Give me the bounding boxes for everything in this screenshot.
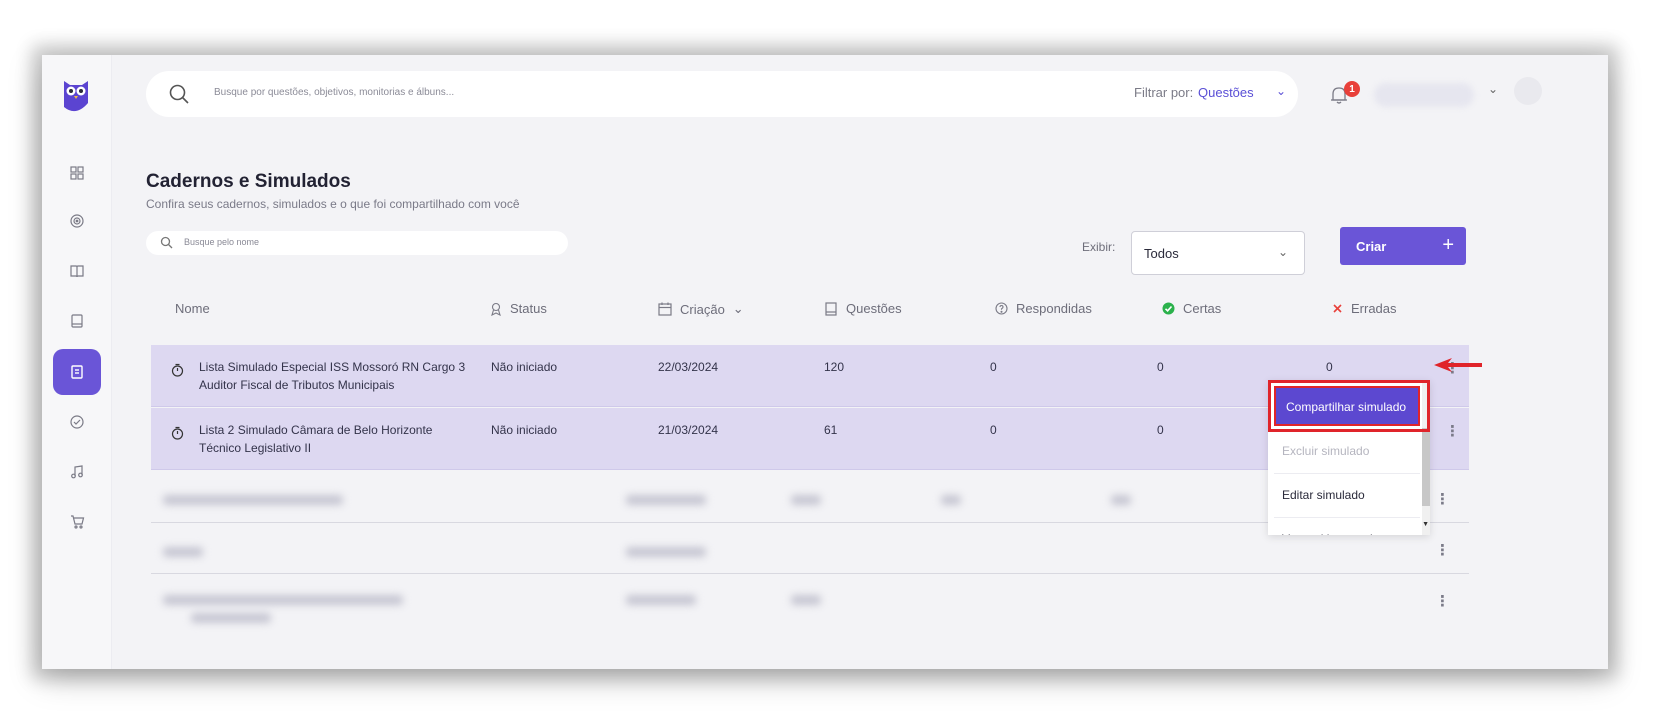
arrow-left-icon — [1434, 358, 1482, 372]
delete-simulado-menu-item[interactable]: Excluir simulado — [1274, 430, 1420, 474]
table-row-blurred — [151, 579, 1277, 639]
column-header-correct[interactable]: Certas — [1162, 301, 1221, 316]
search-icon — [160, 236, 173, 249]
stopwatch-icon — [171, 426, 184, 440]
column-header-status[interactable]: Status — [490, 301, 547, 316]
sidebar-item-books[interactable] — [53, 248, 101, 294]
row-wrong: 0 — [1326, 360, 1333, 374]
more-options-icon[interactable]: ⋮ — [1435, 592, 1450, 610]
cart-icon — [70, 515, 84, 529]
search-icon[interactable] — [168, 83, 190, 105]
column-header-name-label: Nome — [175, 301, 210, 316]
name-search-placeholder: Busque pelo nome — [184, 237, 260, 247]
menu-scrollbar-thumb[interactable] — [1422, 428, 1430, 506]
sidebar-item-audio[interactable] — [53, 449, 101, 495]
page-subtitle: Confira seus cadernos, simulados e o que… — [146, 197, 520, 211]
column-header-wrong-label: Erradas — [1351, 301, 1397, 316]
sidebar-item-store[interactable] — [53, 499, 101, 545]
column-header-correct-label: Certas — [1183, 301, 1222, 316]
edit-simulado-menu-item[interactable]: Editar simulado — [1274, 474, 1420, 518]
column-header-created[interactable]: Criação ⌄ — [658, 301, 744, 317]
user-name-blurred[interactable] — [1374, 83, 1474, 107]
top-search-bar: Busque por questões, objetivos, monitori… — [146, 71, 1298, 117]
notebook-icon — [71, 314, 83, 328]
sidebar-item-progress[interactable] — [53, 399, 101, 445]
book-icon — [70, 265, 84, 278]
table-row-blurred — [151, 475, 1277, 527]
row-name-line2: Técnico Legislativo II — [199, 441, 312, 455]
row-answered: 0 — [990, 423, 997, 437]
chevron-down-icon: ⌄ — [732, 301, 744, 316]
row-name-line1: Lista Simulado Especial ISS Mossoró RN C… — [199, 360, 466, 374]
sidebar-item-notebook[interactable] — [53, 298, 101, 344]
sidebar-item-simulados[interactable] — [53, 349, 101, 395]
column-header-wrong[interactable]: Erradas — [1332, 301, 1397, 316]
row-name[interactable]: Lista 2 Simulado Câmara de Belo Horizont… — [199, 421, 489, 457]
exibir-select-value: Todos — [1144, 246, 1179, 261]
name-search-field[interactable]: Busque pelo nome — [146, 231, 568, 255]
row-questions: 61 — [824, 423, 838, 437]
page-title: Cadernos e Simulados — [146, 171, 351, 192]
stopwatch-icon — [171, 363, 184, 377]
row-correct: 0 — [1157, 360, 1164, 374]
music-icon — [71, 465, 83, 479]
column-header-answered-label: Respondidas — [1016, 301, 1092, 316]
row-name[interactable]: Lista Simulado Especial ISS Mossoró RN C… — [199, 358, 489, 394]
create-button[interactable]: Criar + — [1340, 227, 1466, 265]
row-status: Não iniciado — [491, 360, 558, 374]
x-red-icon — [1333, 304, 1342, 313]
row-questions: 120 — [824, 360, 845, 374]
owl-logo-icon[interactable] — [62, 77, 90, 117]
target-icon — [70, 214, 84, 228]
simulados-icon — [71, 365, 83, 379]
more-options-icon[interactable]: ⋮ — [1445, 422, 1460, 440]
filter-label: Filtrar por: — [1134, 85, 1194, 100]
create-button-label: Criar — [1356, 239, 1387, 254]
more-options-icon[interactable]: ⋮ — [1435, 490, 1450, 508]
global-search-input[interactable]: Busque por questões, objetivos, monitori… — [214, 87, 454, 98]
check-green-icon — [1162, 302, 1175, 315]
row-status: Não iniciado — [491, 423, 558, 437]
sidebar-item-objectives[interactable] — [53, 198, 101, 244]
ranking-menu-item[interactable]: Ver ranking geral — [1274, 518, 1420, 535]
exibir-select[interactable]: Todos ⌄ — [1131, 231, 1305, 275]
highlight-annotation — [1268, 380, 1430, 432]
exibir-label: Exibir: — [1082, 240, 1116, 254]
calendar-icon — [658, 302, 672, 316]
column-header-created-label: Criação — [680, 301, 725, 317]
row-name-line2: Auditor Fiscal de Tributos Municipais — [199, 378, 395, 392]
row-correct: 0 — [1157, 423, 1164, 437]
row-divider — [151, 573, 1469, 574]
chevron-down-icon: ⌄ — [1277, 245, 1288, 259]
row-created: 22/03/2024 — [658, 360, 719, 374]
notebook-icon — [825, 301, 837, 316]
column-header-questions[interactable]: Questões — [824, 301, 902, 316]
scroll-down-icon[interactable]: ▼ — [1422, 521, 1429, 528]
check-circle-icon — [70, 415, 84, 429]
notification-badge: 1 — [1344, 81, 1360, 97]
filter-dropdown[interactable]: Questões — [1198, 85, 1254, 100]
app-window: Busque por questões, objetivos, monitori… — [42, 55, 1608, 669]
award-icon — [491, 302, 501, 316]
chevron-down-icon[interactable]: ⌄ — [1276, 84, 1286, 98]
row-name-line1: Lista 2 Simulado Câmara de Belo Horizont… — [199, 423, 433, 437]
table-row-blurred — [151, 527, 1277, 579]
row-created: 21/03/2024 — [658, 423, 719, 437]
sidebar-item-dashboard[interactable] — [53, 150, 101, 196]
chevron-down-icon[interactable]: ⌄ — [1488, 82, 1498, 96]
row-answered: 0 — [990, 360, 997, 374]
more-options-icon[interactable]: ⋮ — [1435, 541, 1450, 559]
dashboard-icon — [70, 166, 84, 180]
avatar[interactable] — [1514, 77, 1542, 105]
column-header-status-label: Status — [510, 301, 547, 316]
column-header-questions-label: Questões — [846, 301, 902, 316]
sidebar — [42, 55, 112, 669]
column-header-name[interactable]: Nome — [175, 301, 210, 316]
column-header-answered[interactable]: Respondidas — [995, 301, 1092, 316]
plus-icon: + — [1442, 234, 1454, 256]
help-circle-icon — [995, 302, 1008, 315]
